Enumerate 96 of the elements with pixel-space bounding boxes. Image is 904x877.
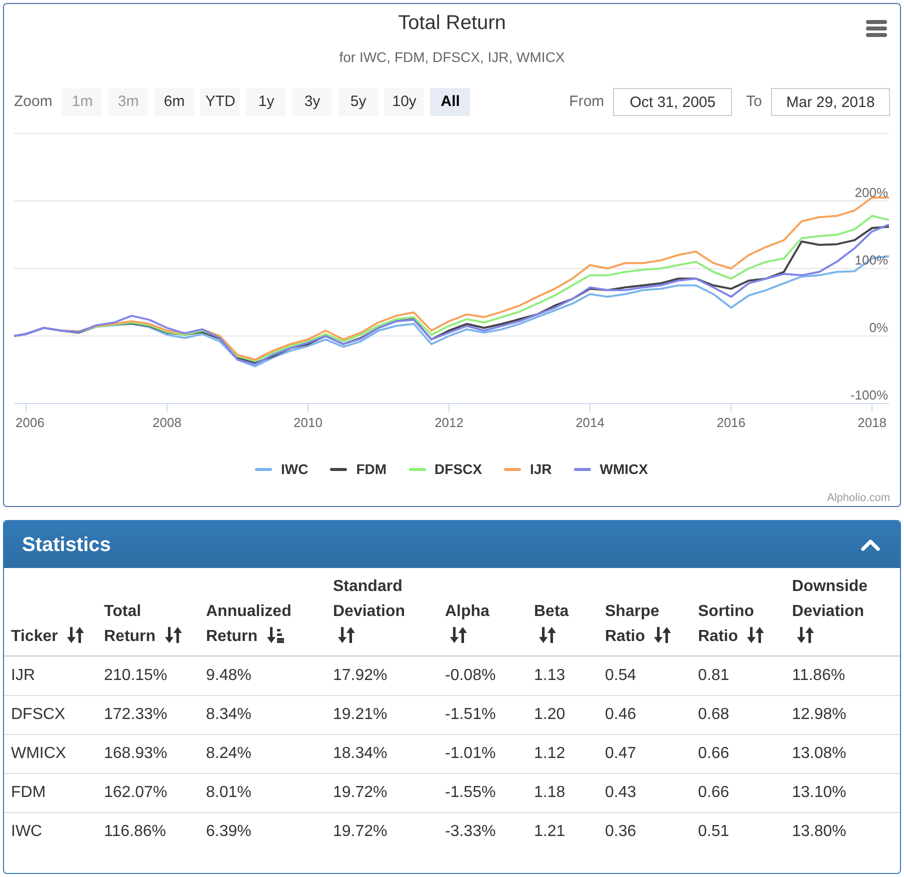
table-cell: 0.66 — [691, 734, 785, 774]
menu-icon[interactable] — [866, 20, 887, 37]
axis-label: 2012 — [434, 415, 464, 430]
table-cell: 0.47 — [598, 734, 691, 774]
zoom-button[interactable]: 6m — [154, 88, 194, 116]
column-header[interactable]: Ticker — [4, 568, 97, 656]
zoom-button[interactable]: 10y — [384, 88, 424, 116]
to-date-field[interactable]: Mar 29, 2018 — [771, 88, 890, 116]
table-cell: 9.48% — [199, 656, 326, 696]
legend-item[interactable]: FDM — [330, 460, 387, 478]
sort-arrows-icon[interactable] — [797, 627, 814, 643]
zoom-button[interactable]: All — [430, 88, 470, 116]
table-cell: 0.54 — [598, 656, 691, 696]
legend-item[interactable]: WMICX — [574, 460, 648, 478]
table-cell: WMICX — [4, 734, 97, 774]
table-cell: 8.34% — [199, 696, 326, 734]
table-cell: 0.51 — [691, 812, 785, 851]
to-label: To — [746, 92, 762, 112]
sort-descending-icon[interactable] — [267, 627, 284, 643]
table-cell: 11.86% — [785, 656, 900, 696]
table-cell: 0.46 — [598, 696, 691, 734]
sort-arrows-icon[interactable] — [539, 627, 556, 643]
axis-label: 2018 — [858, 415, 887, 430]
table-cell: 13.08% — [785, 734, 900, 774]
legend-item[interactable]: IJR — [504, 460, 552, 478]
table-cell: 162.07% — [97, 774, 199, 812]
table-cell: 19.72% — [326, 774, 438, 812]
sort-arrows-icon[interactable] — [747, 627, 764, 643]
statistics-title: Statistics — [22, 532, 111, 558]
table-cell: 13.80% — [785, 812, 900, 851]
table-cell: -1.01% — [438, 734, 527, 774]
axis-label: 2006 — [16, 415, 44, 430]
table-cell: 1.18 — [527, 774, 598, 812]
table-cell: 1.12 — [527, 734, 598, 774]
zoom-label: Zoom — [14, 92, 52, 112]
table-cell: 0.68 — [691, 696, 785, 734]
column-header[interactable]: Total Return — [97, 568, 199, 656]
column-header[interactable]: Downside Deviation — [785, 568, 900, 656]
table-cell: 12.98% — [785, 696, 900, 734]
table-cell: 8.24% — [199, 734, 326, 774]
zoom-button[interactable]: 3y — [292, 88, 332, 116]
chart-title: Total Return — [398, 11, 506, 36]
column-header[interactable]: Standard Deviation — [326, 568, 438, 656]
statistics-header[interactable]: Statistics — [4, 521, 900, 568]
table-cell: DFSCX — [4, 696, 97, 734]
table-cell: 0.36 — [598, 812, 691, 851]
table-cell: 1.21 — [527, 812, 598, 851]
table-cell: 0.43 — [598, 774, 691, 812]
chart-subtitle: for IWC, FDM, DFSCX, IJR, WMICX — [339, 48, 565, 67]
axis-label: -100% — [850, 388, 888, 402]
table-cell: 116.86% — [97, 812, 199, 851]
table-cell: 13.10% — [785, 774, 900, 812]
table-cell: 1.20 — [527, 696, 598, 734]
sort-arrows-icon[interactable] — [67, 627, 84, 643]
table-cell: 19.21% — [326, 696, 438, 734]
table-cell: 18.34% — [326, 734, 438, 774]
table-cell: 6.39% — [199, 812, 326, 851]
column-header[interactable]: Beta — [527, 568, 598, 656]
zoom-button[interactable]: 5y — [338, 88, 378, 116]
column-header[interactable]: Sortino Ratio — [691, 568, 785, 656]
table-cell: 17.92% — [326, 656, 438, 696]
sort-arrows-icon[interactable] — [450, 627, 467, 643]
table-cell: 168.93% — [97, 734, 199, 774]
axis-label: 2014 — [576, 415, 604, 430]
table-cell: -3.33% — [438, 812, 527, 851]
from-label: From — [569, 92, 604, 112]
column-header[interactable]: Sharpe Ratio — [598, 568, 691, 656]
column-header[interactable]: Annualized Return — [199, 568, 326, 656]
chevron-up-icon[interactable] — [861, 538, 880, 550]
table-cell: 172.33% — [97, 696, 199, 734]
sort-arrows-icon[interactable] — [165, 627, 182, 643]
axis-label: 0% — [869, 320, 888, 335]
sort-arrows-icon[interactable] — [338, 627, 355, 643]
axis-label: 2016 — [716, 415, 746, 430]
legend-item[interactable]: DFSCX — [408, 460, 482, 478]
table-cell: -1.51% — [438, 696, 527, 734]
table-cell: 8.01% — [199, 774, 326, 812]
from-date-field[interactable]: Oct 31, 2005 — [613, 88, 732, 116]
table-cell: -0.08% — [438, 656, 527, 696]
legend-item[interactable]: IWC — [254, 460, 308, 478]
table-cell: FDM — [4, 774, 97, 812]
axis-label: 2010 — [294, 415, 322, 430]
table-cell: 19.72% — [326, 812, 438, 851]
column-header[interactable]: Alpha — [438, 568, 527, 656]
zoom-button[interactable]: YTD — [200, 88, 240, 116]
axis-label: 2008 — [152, 415, 182, 430]
sort-arrows-icon[interactable] — [654, 627, 672, 643]
zoom-button[interactable]: 1y — [246, 88, 286, 116]
table-cell: 210.15% — [97, 656, 199, 696]
table-cell: IWC — [4, 812, 97, 851]
table-cell: 1.13 — [527, 656, 598, 696]
table-cell: IJR — [4, 656, 97, 696]
table-cell: 0.81 — [691, 656, 785, 696]
table-cell: -1.55% — [438, 774, 527, 812]
axis-label: 200% — [854, 185, 888, 200]
table-cell: 0.66 — [691, 774, 785, 812]
